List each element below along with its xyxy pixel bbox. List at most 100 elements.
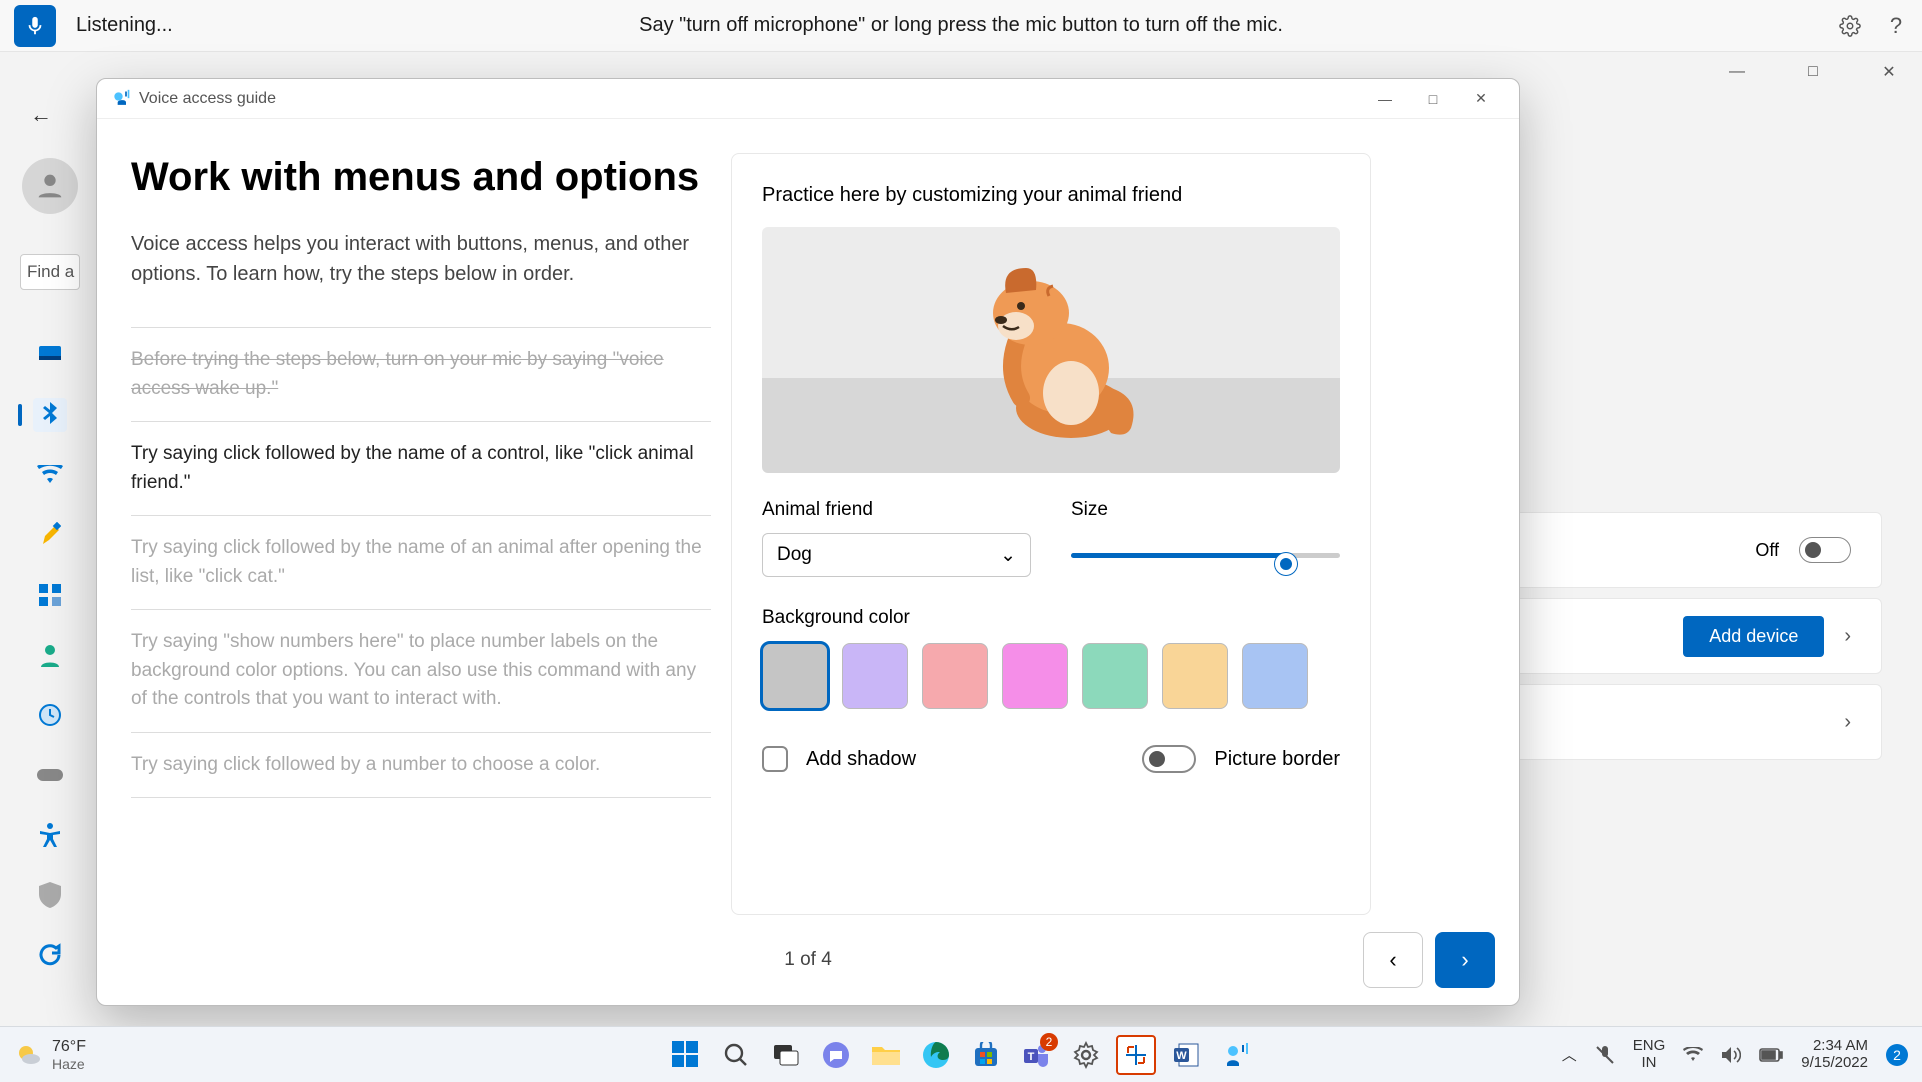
battery-icon[interactable] [1759, 1048, 1783, 1062]
search-button[interactable] [716, 1035, 756, 1075]
next-page-button[interactable]: › [1435, 932, 1495, 988]
svg-text:W: W [1176, 1050, 1187, 1062]
practice-panel: Practice here by customizing your animal… [731, 153, 1371, 915]
mic-muted-icon[interactable] [1595, 1045, 1615, 1065]
guide-minimize-button[interactable]: — [1361, 83, 1409, 115]
store-icon[interactable] [966, 1035, 1006, 1075]
settings-sidebar: ← Find a [0, 92, 100, 1026]
notification-count[interactable]: 2 [1886, 1044, 1908, 1066]
add-shadow-checkbox[interactable] [762, 746, 788, 772]
settings-gear-icon[interactable] [1838, 14, 1862, 38]
practice-prompt: Practice here by customizing your animal… [762, 184, 1340, 207]
guide-app-icon [111, 89, 131, 109]
snipping-tool-icon[interactable] [1116, 1035, 1156, 1075]
guide-maximize-button[interactable]: □ [1409, 83, 1457, 115]
maximize-button[interactable]: □ [1790, 56, 1836, 88]
chat-app-icon[interactable] [816, 1035, 856, 1075]
help-icon[interactable]: ? [1884, 14, 1908, 38]
guide-steps-list: Before trying the steps below, turn on y… [131, 327, 711, 798]
toggle-switch[interactable] [1799, 537, 1851, 563]
guide-titlebar: Voice access guide — □ ✕ [97, 79, 1519, 119]
weather-cond: Haze [52, 1056, 86, 1072]
nav-system-icon[interactable] [33, 338, 67, 372]
weather-widget[interactable]: 76°F Haze [14, 1038, 86, 1072]
settings-app-icon[interactable] [1066, 1035, 1106, 1075]
guide-window-title: Voice access guide [139, 90, 276, 108]
file-explorer-icon[interactable] [866, 1035, 906, 1075]
voice-access-app-icon[interactable] [1216, 1035, 1256, 1075]
color-swatch[interactable] [1162, 643, 1228, 709]
add-device-button[interactable]: Add device [1683, 616, 1824, 657]
guide-close-button[interactable]: ✕ [1457, 83, 1505, 115]
animal-friend-select[interactable]: Dog ⌄ [762, 533, 1031, 577]
nav-accessibility-icon[interactable] [33, 818, 67, 852]
guide-heading: Work with menus and options [131, 153, 711, 201]
minimize-button[interactable]: — [1714, 56, 1760, 88]
teams-icon[interactable]: T2 [1016, 1035, 1056, 1075]
animal-preview [762, 227, 1340, 473]
back-button[interactable]: ← [30, 102, 52, 128]
mic-icon [24, 15, 46, 37]
nav-update-icon[interactable] [33, 938, 67, 972]
voice-access-guide-window: Voice access guide — □ ✕ Work with menus… [96, 78, 1520, 1006]
color-swatches [762, 643, 1340, 709]
start-button[interactable] [666, 1035, 706, 1075]
size-slider[interactable] [1071, 533, 1340, 577]
tray-chevron-icon[interactable]: ︿ [1562, 1044, 1577, 1065]
picture-border-label: Picture border [1214, 748, 1340, 771]
guide-step: Try saying click followed by a number to… [131, 733, 711, 799]
page-indicator: 1 of 4 [784, 949, 832, 971]
voice-access-bar: Listening... Say "turn off microphone" o… [0, 0, 1922, 52]
edge-icon[interactable] [916, 1035, 956, 1075]
taskbar-apps: T2 W [666, 1035, 1256, 1075]
color-swatch[interactable] [1002, 643, 1068, 709]
guide-step: Before trying the steps below, turn on y… [131, 328, 711, 422]
svg-text:T: T [1028, 1051, 1035, 1063]
background-color-label: Background color [762, 607, 910, 628]
add-shadow-label: Add shadow [806, 748, 916, 771]
taskbar: 76°F Haze T2 W ︿ ENG IN 2:34 AM 9/15/202… [0, 1026, 1922, 1082]
nav-network-icon[interactable] [33, 458, 67, 492]
chevron-down-icon: ⌄ [1000, 544, 1016, 567]
guide-step: Try saying click followed by the name of… [131, 422, 711, 516]
nav-gaming-icon[interactable] [33, 758, 67, 792]
prev-page-button[interactable]: ‹ [1363, 932, 1423, 988]
guide-step: Try saying "show numbers here" to place … [131, 610, 711, 733]
nav-apps-icon[interactable] [33, 578, 67, 612]
chevron-right-icon: › [1844, 625, 1851, 648]
nav-bluetooth-icon[interactable] [33, 398, 67, 432]
language-indicator[interactable]: ENG IN [1633, 1038, 1666, 1071]
mic-button[interactable] [14, 5, 56, 47]
guide-instructions: Work with menus and options Voice access… [131, 153, 711, 915]
nav-privacy-icon[interactable] [33, 878, 67, 912]
nav-accounts-icon[interactable] [33, 638, 67, 672]
guide-footer: 1 of 4 ‹ › [97, 915, 1519, 1005]
weather-temp: 76°F [52, 1038, 86, 1056]
chevron-right-icon: › [1844, 711, 1851, 734]
volume-icon[interactable] [1721, 1046, 1741, 1064]
size-label: Size [1071, 499, 1340, 521]
color-swatch[interactable] [922, 643, 988, 709]
clock[interactable]: 2:34 AM 9/15/2022 [1801, 1038, 1868, 1071]
color-swatch[interactable] [762, 643, 828, 709]
dog-illustration [961, 248, 1141, 438]
word-icon[interactable]: W [1166, 1035, 1206, 1075]
voice-hint: Say "turn off microphone" or long press … [639, 14, 1283, 37]
color-swatch[interactable] [842, 643, 908, 709]
animal-friend-value: Dog [777, 544, 812, 566]
wifi-icon[interactable] [1683, 1047, 1703, 1063]
weather-icon [14, 1041, 42, 1069]
user-avatar[interactable] [22, 158, 78, 214]
taskview-button[interactable] [766, 1035, 806, 1075]
search-settings-input[interactable]: Find a [20, 254, 80, 290]
picture-border-toggle[interactable] [1142, 745, 1196, 773]
toggle-label: Off [1755, 540, 1779, 561]
guide-step: Try saying click followed by the name of… [131, 516, 711, 610]
nav-time-icon[interactable] [33, 698, 67, 732]
nav-personalization-icon[interactable] [33, 518, 67, 552]
animal-friend-label: Animal friend [762, 499, 1031, 521]
color-swatch[interactable] [1242, 643, 1308, 709]
voice-status: Listening... [76, 14, 173, 37]
color-swatch[interactable] [1082, 643, 1148, 709]
close-button[interactable]: ✕ [1866, 56, 1912, 88]
